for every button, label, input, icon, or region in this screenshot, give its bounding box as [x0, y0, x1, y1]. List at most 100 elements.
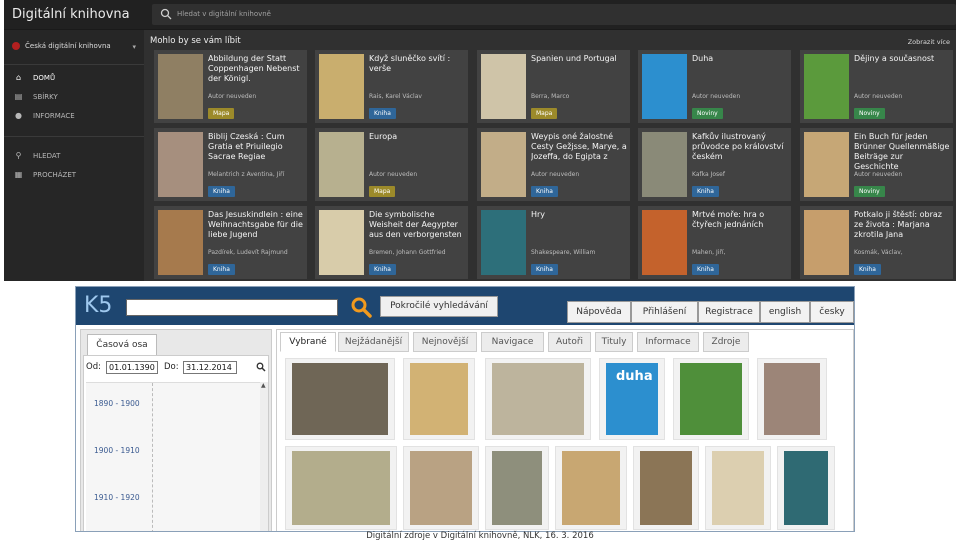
k5-thumbnail[interactable] [285, 446, 397, 530]
item-title[interactable]: Biblij Czeská : Cum Gratia et Priuilegio… [208, 132, 304, 173]
k5-thumbnail[interactable] [757, 358, 827, 440]
from-date-input[interactable]: 01.01.1390 [106, 361, 158, 374]
item-card[interactable]: Ein Buch für jeden Brünner Quellenmäßige… [800, 128, 953, 201]
show-more-link[interactable]: Zobrazit více [908, 38, 950, 46]
item-thumbnail[interactable] [481, 132, 526, 197]
tab-most-requested[interactable]: Nejžádanější [338, 332, 409, 352]
item-type-badge: Kniha [531, 186, 558, 197]
k5-thumbnail[interactable] [285, 358, 395, 440]
item-thumbnail[interactable] [642, 210, 687, 275]
library-selector[interactable]: Česká digitální knihovna ▾ [12, 42, 140, 58]
k5-thumbnail[interactable] [633, 446, 699, 530]
item-card[interactable]: Abbildung der Statt Coppenhagen Nebenst … [154, 50, 307, 123]
item-thumbnail[interactable] [319, 210, 364, 275]
item-title[interactable]: Potkalo ji štěstí: obraz ze života : Mar… [854, 210, 950, 251]
decade-label[interactable]: 1910 - 1920 [94, 493, 140, 502]
register-button[interactable]: Registrace [698, 301, 760, 323]
item-title[interactable]: Dějiny a současnost [854, 54, 950, 95]
k5-thumbnail[interactable] [555, 446, 627, 530]
item-title[interactable]: Kafkův ilustrovaný průvodce po královstv… [692, 132, 788, 173]
item-thumbnail[interactable] [642, 54, 687, 119]
item-title[interactable]: Spanien und Portugal [531, 54, 627, 95]
item-title[interactable]: Die symbolische Weisheit der Aegypter au… [369, 210, 465, 251]
search-input[interactable]: Hledat v digitální knihovně [152, 4, 956, 25]
scroll-up-icon: ▲ [261, 382, 266, 389]
item-type-badge: Noviny [692, 108, 723, 119]
k5-main-panel: Vybrané Nejžádanější Nejnovější Navigace… [276, 329, 854, 531]
item-title[interactable]: Hry [531, 210, 627, 251]
item-card[interactable]: Když sluněčko svítí : verše Rais, Karel V… [315, 50, 468, 123]
item-card[interactable]: Europa Autor neuveden Mapa [315, 128, 468, 201]
help-button[interactable]: Nápověda [567, 301, 631, 323]
item-card[interactable]: Dějiny a současnost Autor neuveden Noviny [800, 50, 953, 123]
k5-thumbnail[interactable]: duha [599, 358, 665, 440]
item-thumbnail[interactable] [481, 210, 526, 275]
item-thumbnail[interactable] [804, 54, 849, 119]
advanced-search-button[interactable]: Pokročilé vyhledávání [380, 296, 498, 317]
item-thumbnail[interactable] [158, 210, 203, 275]
nav-item-search[interactable]: ⚲ HLEDAT [14, 150, 61, 162]
item-author: Rais, Karel Václav [369, 93, 422, 100]
to-date-input[interactable]: 31.12.2014 [183, 361, 237, 374]
item-card[interactable]: Die symbolische Weisheit der Aegypter au… [315, 206, 468, 279]
item-thumbnail[interactable] [319, 54, 364, 119]
item-card[interactable]: Das Jesuskindlein : eine Weihnachtsgabe … [154, 206, 307, 279]
k5-thumbnail[interactable] [777, 446, 835, 530]
tab-authors[interactable]: Autoři [548, 332, 591, 352]
login-button[interactable]: Přihlášení [631, 301, 698, 323]
search-icon[interactable] [256, 362, 266, 372]
tab-titles[interactable]: Tituly [595, 332, 633, 352]
tab-newest[interactable]: Nejnovější [413, 332, 477, 352]
item-type-badge: Kniha [208, 264, 235, 275]
k5-thumbnail[interactable] [485, 446, 549, 530]
item-thumbnail[interactable] [481, 54, 526, 119]
k5-thumbnail[interactable] [403, 358, 475, 440]
nav-item-browse[interactable]: ▦ PROCHÁZET [14, 169, 76, 181]
item-thumbnail[interactable] [804, 210, 849, 275]
item-thumbnail[interactable] [642, 132, 687, 197]
tab-sources[interactable]: Zdroje [703, 332, 749, 352]
item-type-badge: Mapa [208, 108, 235, 119]
item-title[interactable]: Weypis oné žalostné Cesty Gežjsse, Marye… [531, 132, 627, 173]
search-icon[interactable] [350, 296, 372, 318]
k5-thumbnail-image [680, 363, 742, 435]
item-title[interactable]: Ein Buch für jeden Brünner Quellenmäßige… [854, 132, 950, 173]
item-thumbnail[interactable] [158, 54, 203, 119]
item-thumbnail[interactable] [804, 132, 849, 197]
decade-label[interactable]: 1890 - 1900 [94, 399, 140, 408]
decade-label[interactable]: 1900 - 1910 [94, 446, 140, 455]
k5-thumbnail[interactable] [673, 358, 749, 440]
item-thumbnail[interactable] [319, 132, 364, 197]
english-button[interactable]: english [760, 301, 810, 323]
item-title[interactable]: Abbildung der Statt Coppenhagen Nebenst … [208, 54, 304, 95]
item-card[interactable]: Spanien und Portugal Berra, Marco Mapa [477, 50, 630, 123]
nav-item-home[interactable]: ⌂ DOMŮ [14, 72, 55, 84]
tab-navigation[interactable]: Navigace [481, 332, 544, 352]
czech-button[interactable]: česky [810, 301, 854, 323]
item-card[interactable]: Mrtvé moře: hra o čtyřech jednáních Mahen… [638, 206, 791, 279]
tab-information[interactable]: Informace [637, 332, 699, 352]
item-card[interactable]: Hry Shakespeare, William Kniha [477, 206, 630, 279]
item-card[interactable]: Duha Autor neuveden Noviny [638, 50, 791, 123]
item-card[interactable]: Weypis oné žalostné Cesty Gežjsse, Marye… [477, 128, 630, 201]
item-card[interactable]: Kafkův ilustrovaný průvodce po královstv… [638, 128, 791, 201]
k5-thumbnail[interactable] [705, 446, 771, 530]
item-title[interactable]: Duha [692, 54, 788, 95]
item-title[interactable]: Mrtvé moře: hra o čtyřech jednáních [692, 210, 788, 251]
item-card[interactable]: Biblij Czeská : Cum Gratia et Priuilegio… [154, 128, 307, 201]
timeline-scrollbar[interactable]: ▲ [260, 382, 268, 531]
k5-search-input[interactable] [126, 299, 338, 316]
timeline-content: Od: 01.01.1390 Do: 31.12.2014 1890 - 190… [83, 355, 269, 531]
item-title[interactable]: Když sluněčko svítí : verše [369, 54, 465, 95]
tab-timeline[interactable]: Časová osa [87, 334, 157, 356]
item-card[interactable]: Potkalo ji štěstí: obraz ze života : Mar… [800, 206, 953, 279]
k5-thumbnail[interactable] [485, 358, 591, 440]
k5-thumbnail[interactable] [403, 446, 479, 530]
timeline-chart[interactable]: 1890 - 1900 1900 - 1910 1910 - 1920 [86, 382, 260, 531]
item-title[interactable]: Das Jesuskindlein : eine Weihnachtsgabe … [208, 210, 304, 251]
nav-item-info[interactable]: ● INFORMACE [14, 110, 75, 122]
item-title[interactable]: Europa [369, 132, 465, 173]
nav-item-collections[interactable]: ▤ SBÍRKY [14, 91, 58, 103]
tab-selected[interactable]: Vybrané [280, 332, 336, 352]
item-thumbnail[interactable] [158, 132, 203, 197]
